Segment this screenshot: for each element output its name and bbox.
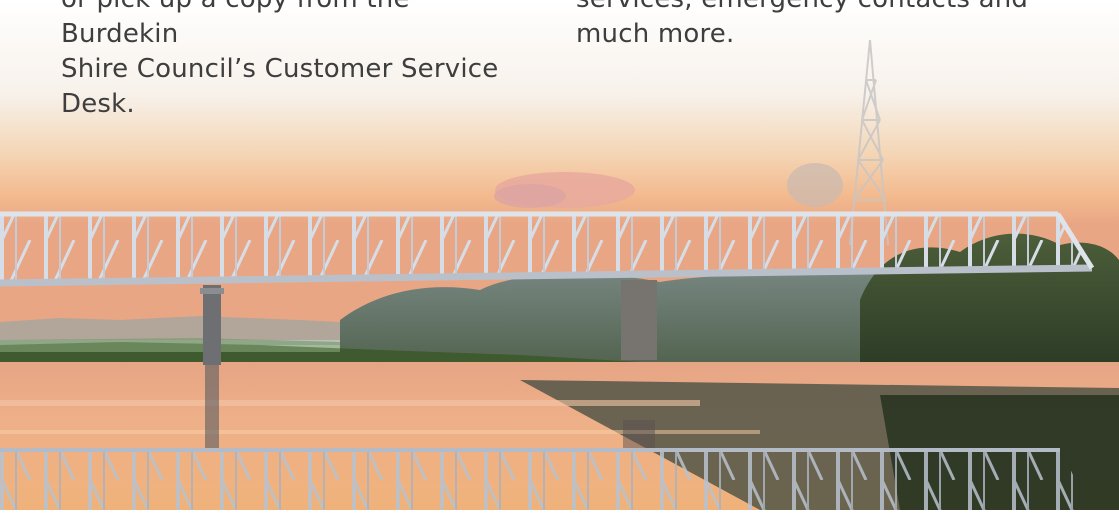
left-line-1: or pick up a copy from the Burdekin bbox=[61, 0, 409, 49]
left-line-3: Desk. bbox=[61, 89, 135, 119]
right-line-2: much more. bbox=[576, 19, 735, 49]
left-line-2: Shire Council’s Customer Service bbox=[61, 54, 499, 84]
right-line-1: services, emergency contacts and bbox=[576, 0, 1056, 17]
right-text-column: services, emergency contacts and much mo… bbox=[576, 0, 1056, 52]
left-text-column: or pick up a copy from the Burdekin Shir… bbox=[61, 0, 531, 122]
